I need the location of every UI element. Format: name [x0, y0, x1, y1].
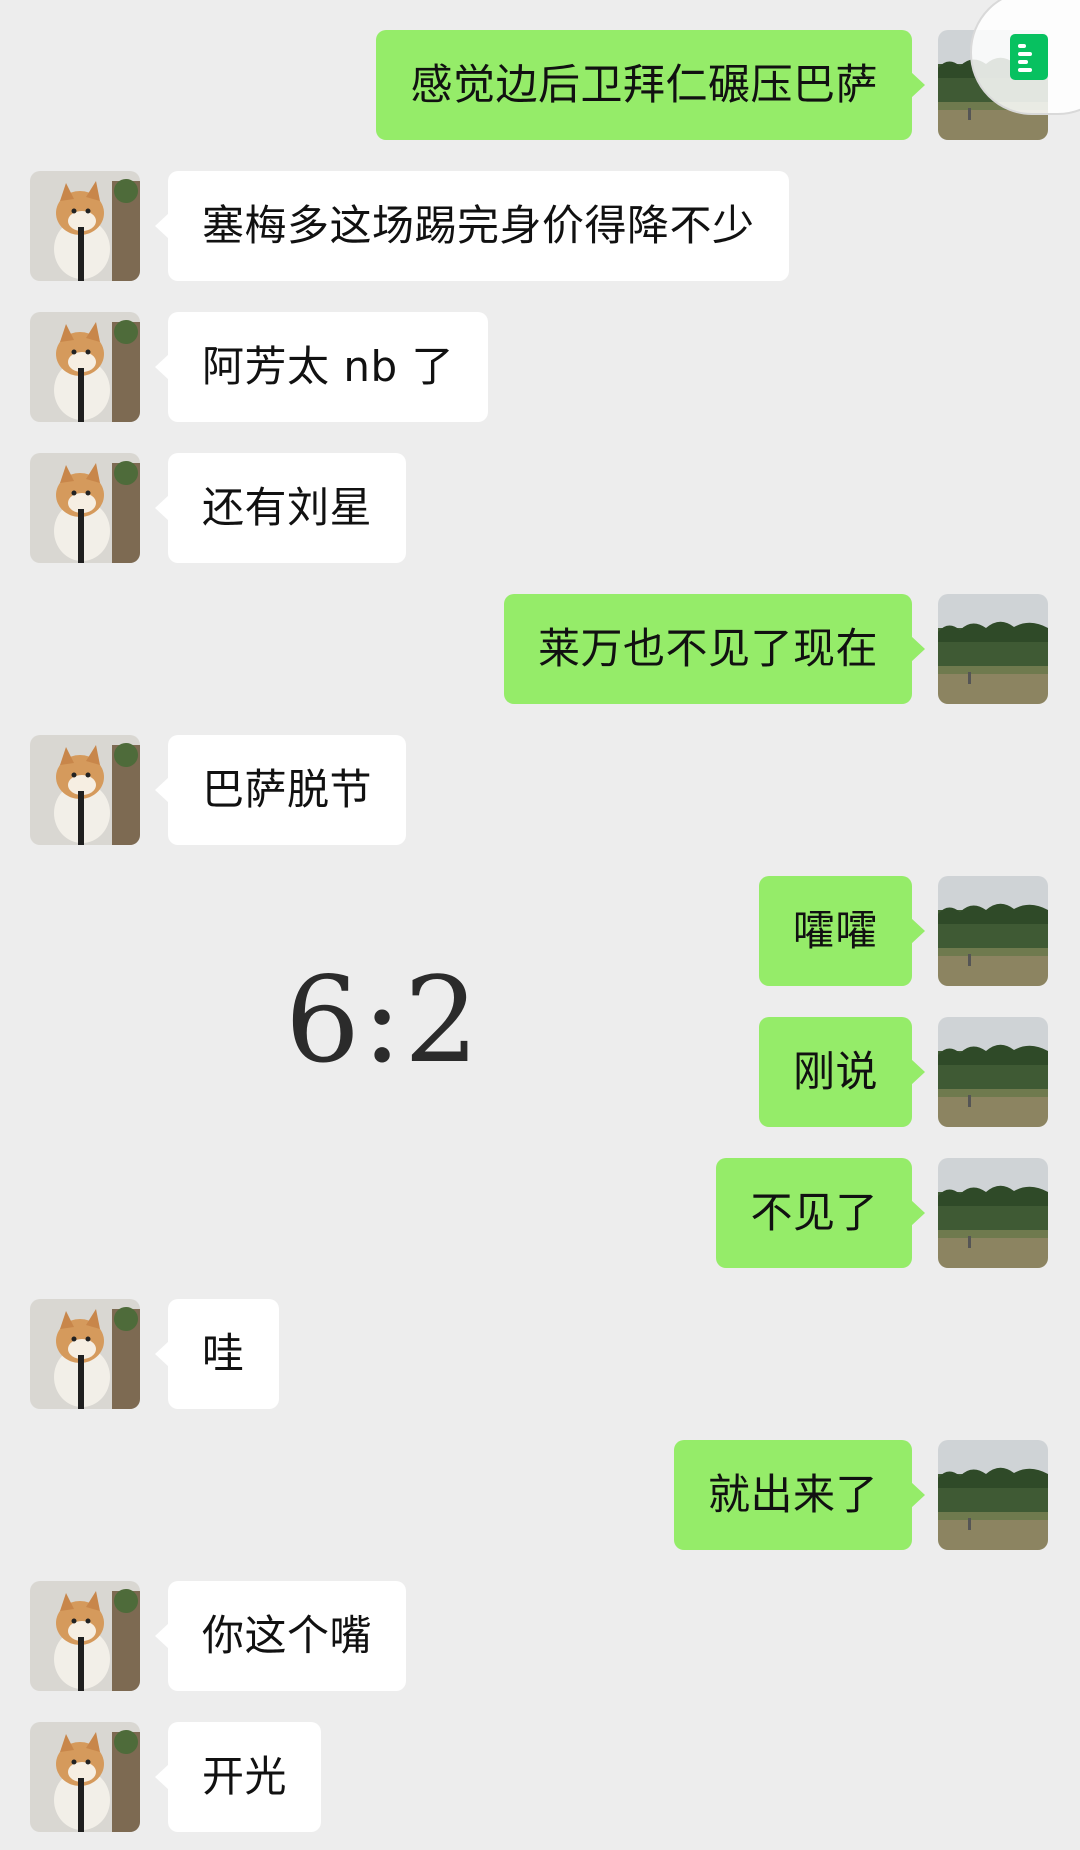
avatar[interactable] — [30, 1722, 140, 1832]
avatar[interactable] — [30, 1581, 140, 1691]
avatar[interactable] — [30, 1299, 140, 1409]
message-bubble[interactable]: 就出来了 — [673, 1440, 926, 1550]
message-bubble[interactable]: 感觉边后卫拜仁碾压巴萨 — [376, 30, 925, 140]
avatar[interactable] — [938, 594, 1048, 704]
field-landscape-avatar-image — [938, 1017, 1048, 1127]
message-bubble[interactable]: 嚯嚯 — [758, 876, 926, 986]
message-bubble[interactable]: 莱万也不见了现在 — [503, 594, 926, 704]
message-row-incoming: 还有刘星 — [0, 453, 1080, 563]
message-bubble[interactable]: 哇 — [155, 1299, 279, 1409]
avatar[interactable] — [938, 1017, 1048, 1127]
message-bubble[interactable]: 你这个嘴 — [154, 1581, 407, 1691]
field-landscape-avatar-image — [938, 1440, 1048, 1550]
avatar[interactable] — [30, 735, 140, 845]
avatar[interactable] — [30, 171, 140, 281]
message-row-incoming: 塞梅多这场踢完身价得降不少 — [0, 171, 1080, 281]
note-icon — [1010, 34, 1048, 80]
message-row-incoming: 阿芳太 nb 了 — [0, 312, 1080, 422]
field-landscape-avatar-image — [938, 876, 1048, 986]
message-row-incoming: 巴萨脱节 — [0, 735, 1080, 845]
avatar[interactable] — [938, 1440, 1048, 1550]
field-landscape-avatar-image — [938, 1158, 1048, 1268]
message-row-incoming: 哇 — [0, 1299, 1080, 1409]
shiba-dog-avatar-image — [30, 312, 140, 422]
field-landscape-avatar-image — [938, 594, 1048, 704]
score-overlay: 6:2 — [285, 951, 481, 1089]
message-bubble[interactable]: 刚说 — [758, 1017, 926, 1127]
message-bubble[interactable]: 还有刘星 — [154, 453, 407, 563]
message-row-outgoing: 就出来了 — [0, 1440, 1080, 1550]
shiba-dog-avatar-image — [30, 1722, 140, 1832]
message-bubble[interactable]: 不见了 — [716, 1158, 925, 1268]
message-row-incoming: 开光 — [0, 1722, 1080, 1832]
message-row-outgoing: 嚯嚯 — [0, 876, 1080, 986]
avatar[interactable] — [938, 1158, 1048, 1268]
message-row-outgoing: 刚说 — [0, 1017, 1080, 1127]
message-row-incoming: 你这个嘴 — [0, 1581, 1080, 1691]
message-bubble[interactable]: 阿芳太 nb 了 — [155, 312, 488, 422]
message-row-outgoing: 莱万也不见了现在 — [0, 594, 1080, 704]
message-bubble[interactable]: 巴萨脱节 — [154, 735, 407, 845]
avatar[interactable] — [30, 453, 140, 563]
avatar[interactable] — [938, 876, 1048, 986]
shiba-dog-avatar-image — [30, 171, 140, 281]
shiba-dog-avatar-image — [30, 1581, 140, 1691]
shiba-dog-avatar-image — [30, 453, 140, 563]
message-row-outgoing: 感觉边后卫拜仁碾压巴萨 — [0, 30, 1080, 140]
shiba-dog-avatar-image — [30, 735, 140, 845]
message-bubble[interactable]: 塞梅多这场踢完身价得降不少 — [155, 171, 789, 281]
shiba-dog-avatar-image — [30, 1299, 140, 1409]
message-row-outgoing: 不见了 — [0, 1158, 1080, 1268]
avatar[interactable] — [30, 312, 140, 422]
message-bubble[interactable]: 开光 — [154, 1722, 322, 1832]
